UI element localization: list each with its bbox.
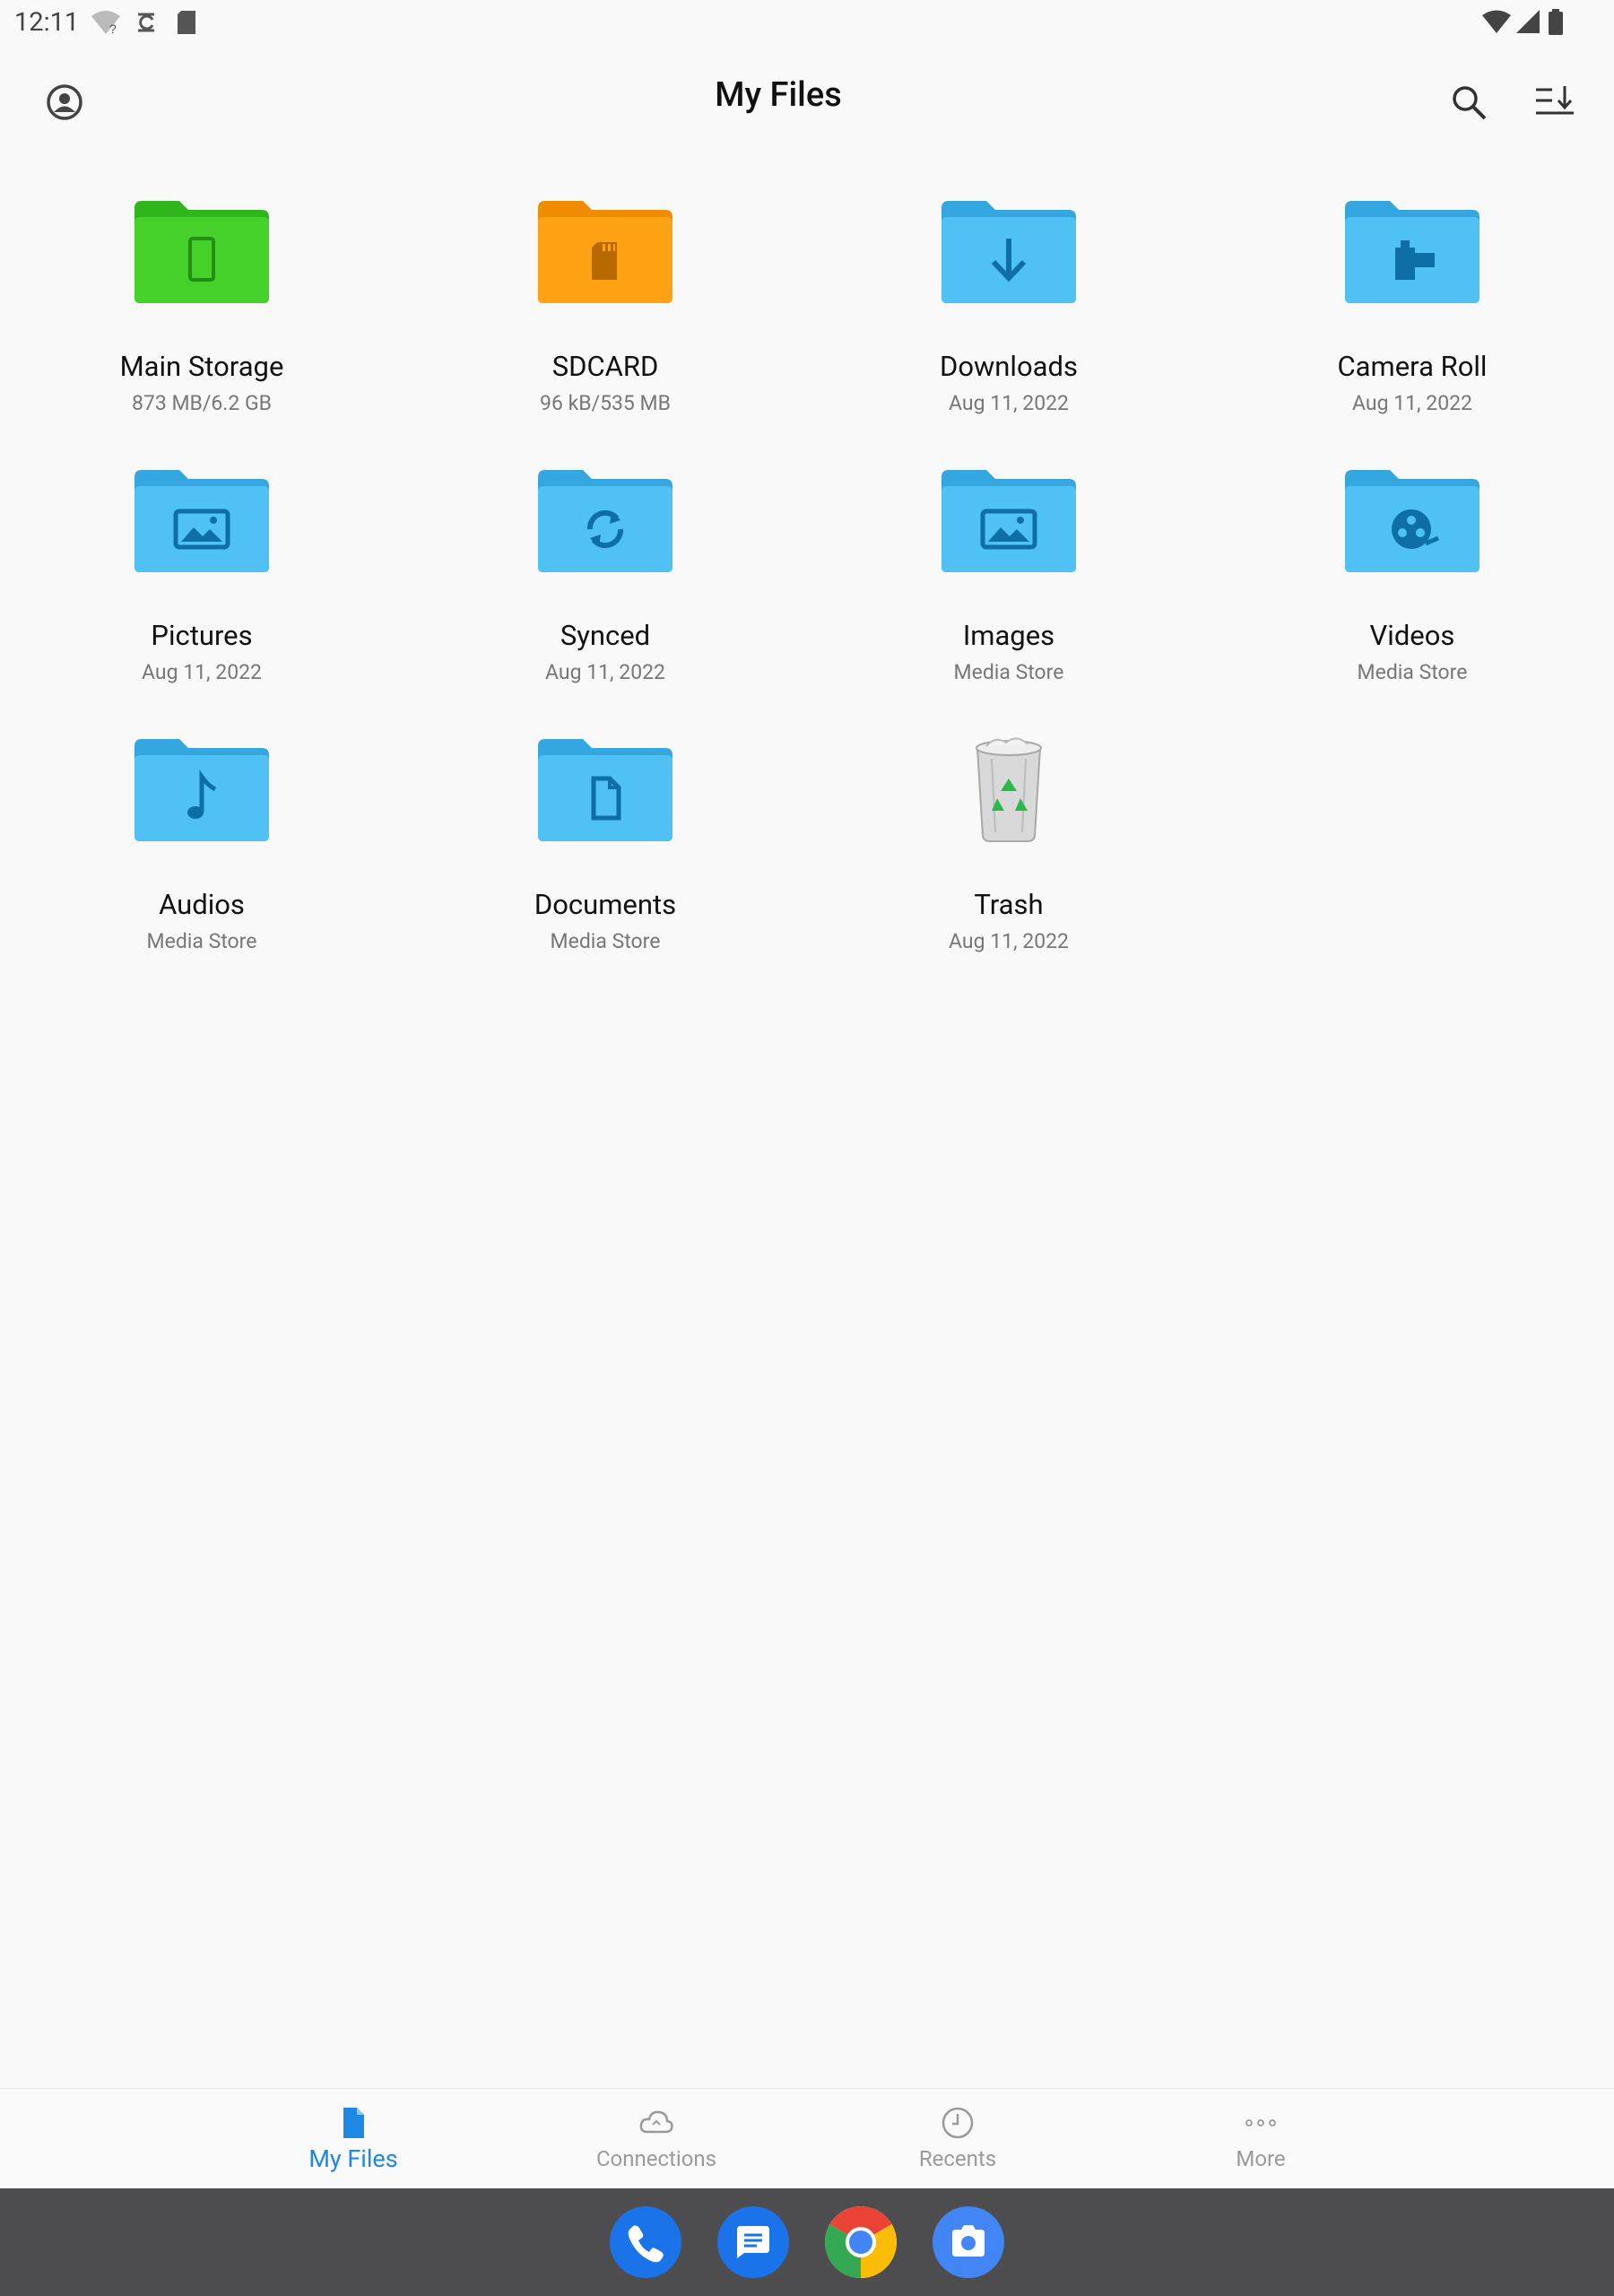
- item-detail: Media Store: [146, 929, 257, 953]
- dock-phone[interactable]: [610, 2206, 681, 2278]
- chrome-icon: [825, 2206, 897, 2282]
- dock-messages[interactable]: [717, 2206, 789, 2278]
- item-detail: Aug 11, 2022: [142, 660, 262, 684]
- sort-button[interactable]: [1528, 77, 1582, 131]
- item-name: Pictures: [151, 619, 253, 652]
- item-downloads[interactable]: Downloads Aug 11, 2022: [807, 197, 1210, 448]
- item-detail: Media Store: [550, 929, 661, 953]
- svg-text:?: ?: [109, 22, 117, 36]
- item-name: Trash: [974, 888, 1044, 921]
- folder-videos-icon: [1345, 466, 1480, 574]
- item-name: Main Storage: [119, 350, 284, 383]
- item-detail: 96 kB/535 MB: [540, 391, 671, 415]
- item-name: Videos: [1369, 619, 1455, 652]
- item-synced[interactable]: Synced Aug 11, 2022: [404, 466, 807, 718]
- item-detail: Aug 11, 2022: [949, 391, 1069, 415]
- system-dock: [0, 2188, 1614, 2296]
- item-name: Documents: [534, 888, 677, 921]
- dock-chrome[interactable]: [825, 2206, 897, 2278]
- nav-label: More: [1236, 2146, 1286, 2171]
- item-detail: Media Store: [953, 660, 1064, 684]
- page-title: My Files: [715, 75, 842, 115]
- camera-icon: [933, 2225, 1004, 2282]
- file-icon: [335, 2105, 371, 2141]
- item-name: Images: [962, 619, 1055, 652]
- nav-label: Recents: [918, 2146, 997, 2171]
- nav-more[interactable]: More: [1108, 2089, 1413, 2189]
- nav-label: Connections: [595, 2146, 717, 2171]
- trash-icon: [941, 735, 1076, 843]
- folder-pictures-icon: [134, 466, 269, 574]
- folder-camera-roll-icon: [1345, 197, 1480, 305]
- cell-signal-icon: [1515, 9, 1540, 38]
- top-app-bar: My Files: [0, 45, 1614, 160]
- sort-icon: [1534, 84, 1575, 124]
- nav-recents[interactable]: Recents: [805, 2089, 1110, 2189]
- search-button[interactable]: [1442, 77, 1496, 131]
- status-time: 12:11: [14, 7, 80, 38]
- item-name: SDCARD: [551, 350, 659, 383]
- search-icon: [1449, 83, 1488, 126]
- more-icon: [1243, 2105, 1279, 2141]
- item-name: Downloads: [939, 350, 1078, 383]
- item-documents[interactable]: Documents Media Store: [404, 735, 807, 987]
- item-name: Audios: [159, 888, 245, 921]
- wifi-question-icon: ?: [90, 9, 122, 39]
- item-trash[interactable]: Trash Aug 11, 2022: [807, 735, 1210, 987]
- item-videos[interactable]: Videos Media Store: [1210, 466, 1614, 718]
- clock-icon: [940, 2105, 976, 2141]
- item-name: Synced: [560, 619, 651, 652]
- folder-download-icon: [941, 197, 1076, 305]
- status-bar: 12:11 ?: [0, 0, 1614, 45]
- item-detail: Aug 11, 2022: [949, 929, 1069, 953]
- item-audios[interactable]: Audios Media Store: [0, 735, 404, 987]
- item-name: Camera Roll: [1337, 350, 1488, 383]
- nav-label: My Files: [308, 2144, 398, 2173]
- sdcard-icon: [176, 9, 197, 39]
- wifi-signal-icon: [1481, 9, 1512, 38]
- nav-connections[interactable]: Connections: [504, 2089, 809, 2189]
- dock-camera[interactable]: [933, 2206, 1004, 2278]
- folder-images-icon: [941, 466, 1076, 574]
- folder-sync-icon: [538, 466, 672, 574]
- folder-document-icon: [538, 735, 672, 843]
- messages-icon: [717, 2226, 789, 2282]
- bottom-navigation: My Files Connections Recents More: [0, 2088, 1614, 2189]
- cloud-icon: [638, 2105, 674, 2141]
- phone-icon: [610, 2225, 681, 2282]
- item-camera-roll[interactable]: Camera Roll Aug 11, 2022: [1210, 197, 1614, 448]
- item-detail: Media Store: [1357, 660, 1468, 684]
- item-detail: Aug 11, 2022: [1352, 391, 1472, 415]
- item-detail: Aug 11, 2022: [545, 660, 665, 684]
- sync-icon: [134, 9, 158, 39]
- battery-icon: [1548, 9, 1564, 39]
- folder-phone-icon: [134, 197, 269, 305]
- folder-sdcard-icon: [538, 197, 672, 305]
- folder-audio-icon: [134, 735, 269, 843]
- item-images[interactable]: Images Media Store: [807, 466, 1210, 718]
- item-detail: 873 MB/6.2 GB: [131, 391, 272, 415]
- item-sdcard[interactable]: SDCARD 96 kB/535 MB: [404, 197, 807, 448]
- nav-my-files[interactable]: My Files: [201, 2089, 506, 2189]
- item-main-storage[interactable]: Main Storage 873 MB/6.2 GB: [0, 197, 404, 448]
- item-pictures[interactable]: Pictures Aug 11, 2022: [0, 466, 404, 718]
